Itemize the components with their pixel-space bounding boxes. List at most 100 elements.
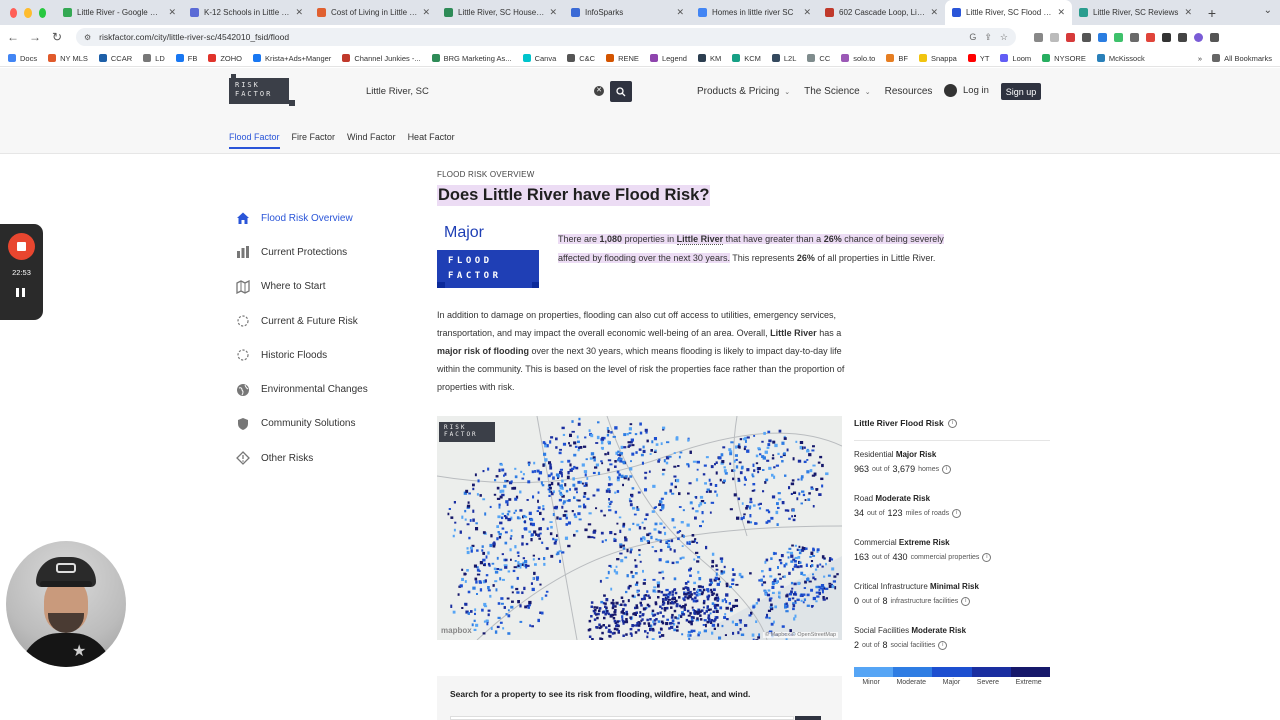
bookmark-star-icon[interactable]: ☆ — [1000, 32, 1008, 43]
back-button[interactable]: ← — [6, 30, 20, 44]
sidebar-item[interactable]: Historic Floods — [235, 338, 425, 372]
bookmark-item[interactable]: Loom — [1000, 54, 1031, 63]
bookmark-item[interactable]: Channel Junkies -... — [342, 54, 421, 63]
nav-the-science[interactable]: The Science ⌄ — [804, 86, 870, 97]
puzzle-icon[interactable] — [1162, 32, 1171, 42]
minimize-window-button[interactable] — [24, 7, 32, 18]
info-icon[interactable]: i — [947, 418, 957, 428]
bookmark-item[interactable]: CCAR — [98, 54, 132, 63]
tab-close-icon[interactable]: ✕ — [930, 7, 938, 18]
close-window-button[interactable] — [10, 7, 18, 18]
reload-button[interactable]: ↻ — [50, 30, 64, 44]
zoom-window-button[interactable] — [38, 7, 46, 18]
factor-tab[interactable]: Fire Factor — [292, 132, 336, 149]
bookmark-item[interactable]: KM — [697, 54, 721, 63]
extension-icon[interactable] — [1082, 32, 1091, 42]
bookmark-item[interactable]: FB — [175, 54, 197, 63]
address-bar[interactable]: ⚙ riskfactor.com/city/little-river-sc/45… — [76, 28, 1016, 46]
menu-icon[interactable] — [1210, 32, 1219, 42]
bookmark-item[interactable]: Legend — [649, 54, 687, 63]
signup-button[interactable]: Sign up — [1001, 83, 1041, 100]
stop-recording-button[interactable] — [8, 233, 35, 260]
forward-button[interactable]: → — [28, 30, 42, 44]
bookmark-item[interactable]: BF — [886, 54, 908, 63]
extension-icon[interactable] — [1130, 32, 1139, 42]
bookmark-item[interactable]: NYSORE — [1042, 54, 1086, 63]
factor-tab[interactable]: Flood Factor — [229, 132, 280, 149]
pause-recording-button[interactable] — [16, 288, 25, 297]
bookmark-item[interactable]: YT — [967, 54, 989, 63]
bookmark-item[interactable]: L2L — [771, 54, 796, 63]
mapbox-logo[interactable]: mapbox — [441, 626, 472, 635]
bookmark-item[interactable]: Snappa — [918, 54, 957, 63]
property-search-button[interactable] — [795, 716, 821, 720]
bookmark-item[interactable]: C&C — [567, 54, 595, 63]
property-search-input[interactable] — [450, 716, 794, 720]
browser-tab[interactable]: Little River - Google Maps ✕ — [56, 0, 183, 25]
browser-tab[interactable]: K-12 Schools in Little River ✕ — [183, 0, 310, 25]
tab-close-icon[interactable]: ✕ — [295, 7, 303, 18]
info-icon[interactable]: i — [961, 596, 971, 606]
bookmark-item[interactable]: ZOHO — [208, 54, 242, 63]
bookmark-item[interactable]: BRG Marketing As... — [431, 54, 512, 63]
extension-icon[interactable] — [1066, 32, 1075, 42]
sidebar-item[interactable]: Current & Future Risk — [235, 304, 425, 338]
sidebar-item[interactable]: Other Risks — [235, 441, 425, 475]
bookmarks-overflow-chevron[interactable]: » — [1198, 54, 1202, 63]
sidebar-item[interactable]: Current Protections — [235, 235, 425, 269]
browser-tab[interactable]: Little River, SC Reviews ✕ — [1072, 0, 1199, 25]
browser-tab[interactable]: InfoSparks ✕ — [564, 0, 691, 25]
bookmark-item[interactable]: Canva — [522, 54, 556, 63]
sidebar-item[interactable]: Flood Risk Overview — [235, 201, 425, 235]
place-tooltip[interactable]: Little River — [676, 234, 724, 245]
url-text[interactable]: riskfactor.com/city/little-river-sc/4542… — [99, 32, 961, 42]
tab-close-icon[interactable]: ✕ — [168, 7, 176, 18]
tab-close-icon[interactable]: ✕ — [676, 7, 684, 18]
bookmark-item[interactable]: RENE — [606, 54, 639, 63]
info-icon[interactable]: i — [982, 552, 992, 562]
bookmark-item[interactable]: McKissock — [1096, 54, 1145, 63]
browser-tab[interactable]: Little River, SC Flood Factor ✕ — [945, 0, 1072, 25]
bookmark-item[interactable]: Docs — [8, 54, 37, 63]
bookmark-item[interactable]: solo.to — [841, 54, 875, 63]
bookmark-item[interactable]: LD — [143, 54, 165, 63]
browser-tab[interactable]: Cost of Living in Little River ✕ — [310, 0, 437, 25]
map-canvas[interactable] — [437, 416, 842, 640]
tab-search-chevron-icon[interactable]: ⌄ — [1264, 5, 1272, 16]
factor-tab[interactable]: Wind Factor — [347, 132, 396, 149]
nav-resources[interactable]: Resources — [885, 86, 933, 97]
extension-icon[interactable] — [1114, 32, 1123, 42]
tab-close-icon[interactable]: ✕ — [803, 7, 811, 18]
sidebar-item[interactable]: Community Solutions — [235, 407, 425, 441]
browser-tab[interactable]: Homes in little river SC ✕ — [691, 0, 818, 25]
google-lens-icon[interactable]: G — [969, 32, 976, 42]
info-icon[interactable]: i — [952, 508, 962, 518]
bookmark-item[interactable]: KCM — [732, 54, 761, 63]
sidebar-item[interactable]: Where to Start — [235, 270, 425, 304]
info-icon[interactable]: i — [942, 464, 952, 474]
extension-icon[interactable] — [1146, 32, 1155, 42]
nav-products-pricing[interactable]: Products & Pricing ⌄ — [697, 86, 790, 97]
login-link[interactable]: Log in — [944, 84, 989, 97]
tab-close-icon[interactable]: ✕ — [1057, 7, 1065, 18]
new-tab-button[interactable]: + — [1199, 0, 1225, 25]
risk-factor-logo[interactable]: RISK FACTOR — [229, 74, 295, 106]
browser-tab[interactable]: Little River, SC Household ✕ — [437, 0, 564, 25]
map-attribution[interactable]: © Mapbox © OpenStreetMap — [763, 632, 839, 638]
extension-icon[interactable] — [1034, 32, 1043, 42]
bookmark-item[interactable]: NY MLS — [48, 54, 88, 63]
extension-icon[interactable] — [1098, 32, 1107, 42]
search-button[interactable] — [610, 81, 632, 102]
extension-icon[interactable] — [1050, 32, 1059, 42]
location-search-input[interactable] — [358, 79, 606, 104]
bookmark-item[interactable]: CC — [807, 54, 830, 63]
tab-close-icon[interactable]: ✕ — [549, 7, 557, 18]
factor-tab[interactable]: Heat Factor — [408, 132, 455, 149]
site-info-icon[interactable]: ⚙ — [84, 33, 91, 42]
browser-tab[interactable]: 602 Cascade Loop, Little ✕ — [818, 0, 945, 25]
clear-search-icon[interactable]: ✕ — [594, 86, 604, 96]
flood-risk-map[interactable]: RISK FACTOR mapbox © Mapbox © OpenStreet… — [437, 416, 842, 640]
tab-close-icon[interactable]: ✕ — [1184, 7, 1192, 18]
side-panel-icon[interactable] — [1178, 32, 1187, 42]
tab-close-icon[interactable]: ✕ — [422, 7, 430, 18]
